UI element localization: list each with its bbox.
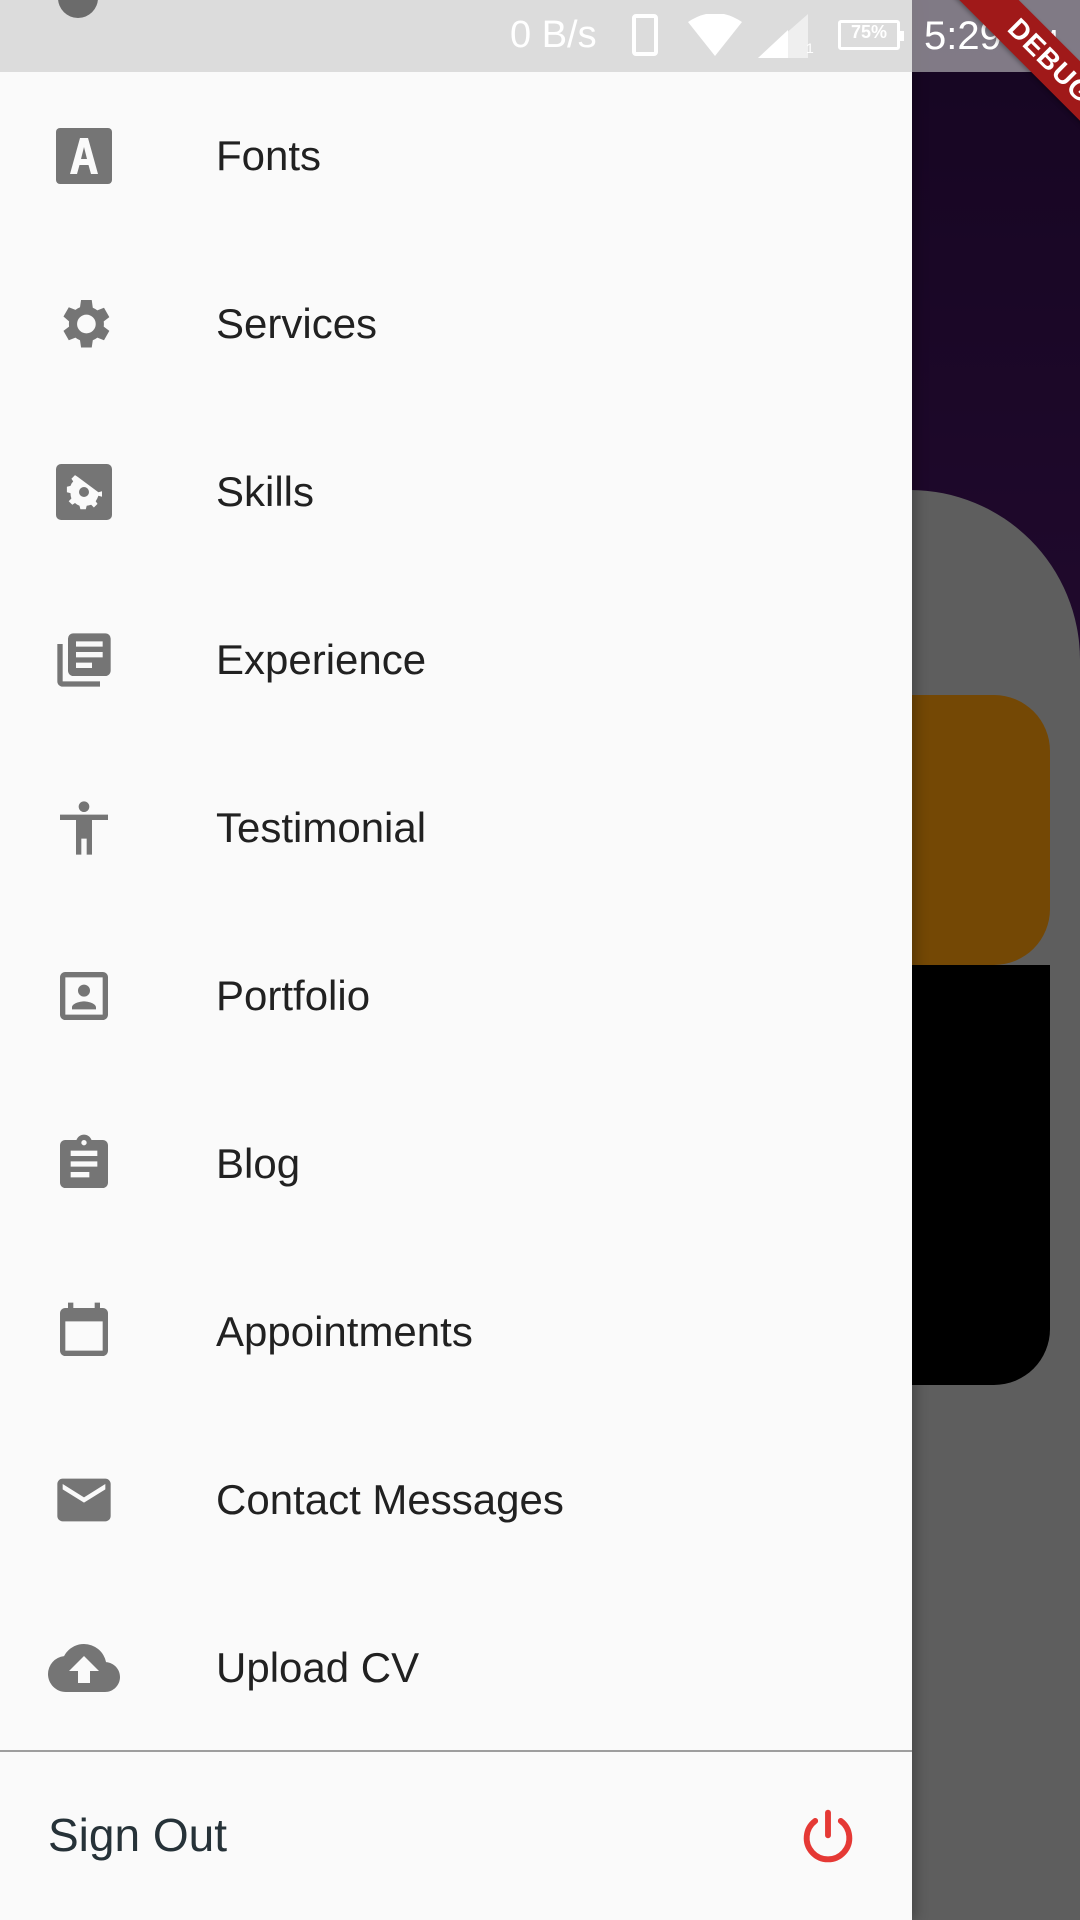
status-bar: 0 B/s 1 75% 5:29 PM <box>0 0 1080 72</box>
drawer-item-contact-messages[interactable]: Contact Messages <box>0 1416 912 1584</box>
cloud-upload-icon <box>48 1632 120 1704</box>
drawer-menu-list: Fonts Services Skills Experience Testimo… <box>0 72 912 1752</box>
drawer-item-label: Appointments <box>216 1308 473 1355</box>
drawer-item-label: Experience <box>216 636 427 683</box>
drawer-item-label: Skills <box>216 468 315 515</box>
drawer-item-label: Upload CV <box>216 1644 420 1691</box>
power-icon[interactable] <box>796 1806 860 1870</box>
calendar-icon <box>48 1296 120 1368</box>
signal-icon <box>758 14 808 58</box>
portrait-icon <box>48 960 120 1032</box>
sign-out-button[interactable]: Sign Out <box>0 1752 912 1920</box>
battery-percent: 75% <box>850 22 888 42</box>
screen: 0 B/s 1 75% 5:29 PM DEBUG <box>0 0 1080 1920</box>
drawer-item-label: Fonts <box>216 132 322 179</box>
drawer-item-testimonial[interactable]: Testimonial <box>0 744 912 912</box>
drawer-item-experience[interactable]: Experience <box>0 576 912 744</box>
drawer-item-blog[interactable]: Blog <box>0 1080 912 1248</box>
drawer-item-portfolio[interactable]: Portfolio <box>0 912 912 1080</box>
gear-icon <box>48 288 120 360</box>
drawer-item-appointments[interactable]: Appointments <box>0 1248 912 1416</box>
drawer-item-skills[interactable]: Skills <box>0 408 912 576</box>
drawer-item-label: Contact Messages <box>216 1476 564 1523</box>
library-books-icon <box>48 624 120 696</box>
drawer-item-label: Services <box>216 300 378 347</box>
navigation-drawer: Fonts Services Skills Experience Testimo… <box>0 0 912 1920</box>
clipboard-icon <box>48 1128 120 1200</box>
drawer-item-fonts[interactable]: Fonts <box>0 72 912 240</box>
wifi-icon <box>688 14 742 56</box>
drawer-item-services[interactable]: Services <box>0 240 912 408</box>
accessibility-icon <box>48 792 120 864</box>
signal-sim-number: 1 <box>806 40 814 56</box>
battery-icon: 75% <box>838 20 904 50</box>
font-icon <box>48 120 120 192</box>
status-app-icon <box>58 0 98 18</box>
drawer-item-label: Portfolio <box>216 972 371 1019</box>
mail-icon <box>48 1464 120 1536</box>
drawer-item-upload-cv[interactable]: Upload CV <box>0 1584 912 1752</box>
drawer-item-label: Blog <box>216 1140 301 1187</box>
phone-icon <box>632 14 658 56</box>
sign-out-label: Sign Out <box>48 1809 227 1861</box>
network-speed: 0 B/s <box>510 14 597 56</box>
settings-box-icon <box>48 456 120 528</box>
drawer-item-label: Testimonial <box>216 804 427 851</box>
